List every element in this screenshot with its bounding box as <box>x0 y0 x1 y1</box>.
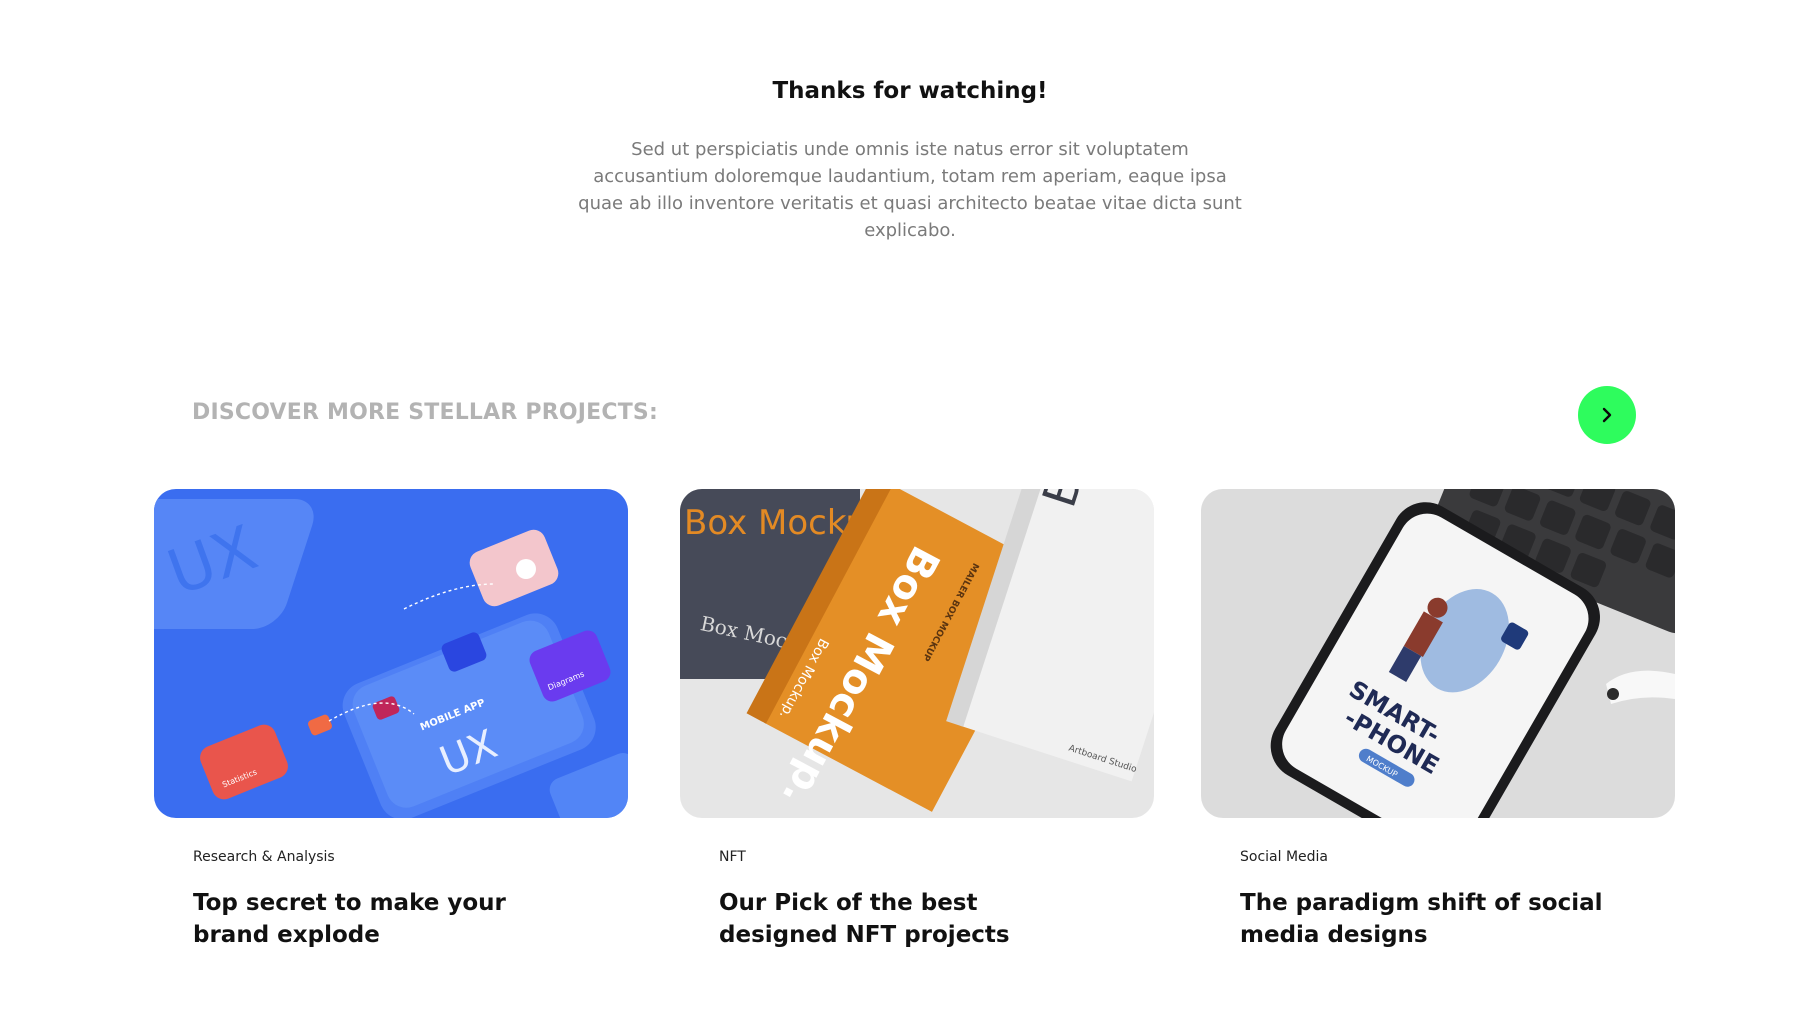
project-card-social[interactable]: SMART- -PHONE MOCKUP Social Media The pa… <box>1201 489 1675 951</box>
intro-paragraph: Sed ut perspiciatis unde omnis iste natu… <box>578 139 1242 241</box>
smartphone-mockup-illustration: SMART- -PHONE MOCKUP <box>1201 489 1675 818</box>
project-title[interactable]: Our Pick of the best designed NFT projec… <box>680 887 1154 951</box>
project-card-nft[interactable]: Box Mockup. Box Mock Box Mockup. Box Moc… <box>680 489 1154 951</box>
ux-app-illustration: UX MOBILE APP UX Diagrams Statistics <box>154 489 628 818</box>
project-thumbnail-box[interactable]: Box Mockup. Box Mock Box Mockup. Box Moc… <box>680 489 1154 818</box>
project-category: Social Media <box>1240 849 1329 865</box>
page-title: Thanks for watching! <box>772 78 1048 104</box>
project-title[interactable]: The paradigm shift of social media desig… <box>1201 887 1675 951</box>
project-category: NFT <box>719 849 746 865</box>
project-card-research[interactable]: UX MOBILE APP UX Diagrams Statistics Res… <box>154 489 628 951</box>
box-mockup-illustration: Box Mockup. Box Mock Box Mockup. Box Moc… <box>680 489 1154 818</box>
project-title[interactable]: Top secret to make your brand explode <box>154 887 628 951</box>
project-category: Research & Analysis <box>193 849 335 865</box>
discover-heading: DISCOVER MORE STELLAR PROJECTS: <box>192 400 658 425</box>
page: Thanks for watching! Sed ut perspiciatis… <box>0 0 1820 1024</box>
chevron-right-icon <box>1602 407 1612 423</box>
next-projects-button[interactable] <box>1578 386 1636 444</box>
project-thumbnail-phone[interactable]: SMART- -PHONE MOCKUP <box>1201 489 1675 818</box>
project-thumbnail-ux[interactable]: UX MOBILE APP UX Diagrams Statistics <box>154 489 628 818</box>
